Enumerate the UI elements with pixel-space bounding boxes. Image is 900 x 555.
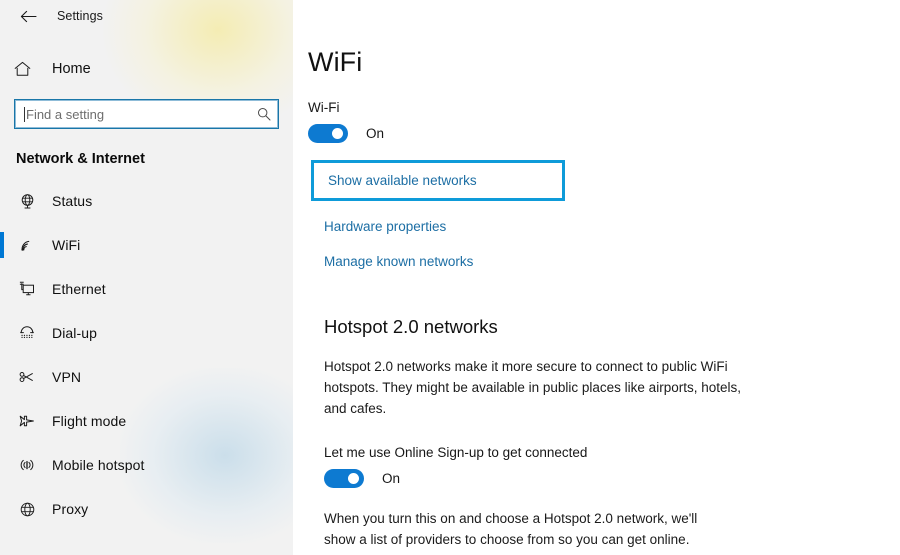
wifi-icon (14, 237, 40, 253)
online-signup-toggle[interactable] (324, 469, 364, 488)
toggle-knob (332, 128, 343, 139)
hotspot-heading: Hotspot 2.0 networks (324, 316, 498, 337)
search-icon[interactable] (257, 107, 271, 121)
selection-indicator (0, 232, 4, 258)
ethernet-monitor-icon (14, 281, 40, 297)
signup-toggle-row: On (324, 469, 900, 488)
wifi-toggle-state: On (366, 126, 385, 141)
sidebar-item-status[interactable]: Status (0, 179, 293, 223)
sidebar-item-home-label: Home (52, 61, 91, 77)
sidebar-item-ethernet-label: Ethernet (52, 281, 106, 297)
highlight-annotation-box: Show available networks (311, 160, 565, 201)
search-box[interactable] (14, 99, 279, 129)
signup-toggle-label: Let me use Online Sign-up to get connect… (324, 445, 588, 460)
sidebar-item-dialup-label: Dial-up (52, 325, 98, 341)
sidebar-item-vpn-label: VPN (52, 369, 82, 385)
sidebar-item-proxy-label: Proxy (52, 501, 89, 517)
back-arrow-icon[interactable] (13, 4, 43, 28)
sidebar: Settings Home Network & Internet (0, 0, 293, 555)
wifi-links: Show available networks Hardware propert… (307, 160, 900, 271)
search-input[interactable] (26, 106, 257, 122)
hotspot-description: Hotspot 2.0 networks make it more secure… (324, 359, 741, 416)
sidebar-item-ethernet[interactable]: Ethernet (0, 267, 293, 311)
main-content: WiFi Wi-Fi On Show available networks Ha… (293, 0, 900, 555)
status-globe-icon (14, 193, 40, 210)
wifi-toggle-label: Wi-Fi (308, 100, 340, 115)
page-title: WiFi (308, 47, 363, 77)
sidebar-nav-list: Status WiFi Ethernet Dial-up VPN Flight … (0, 179, 293, 531)
sidebar-item-vpn[interactable]: VPN (0, 355, 293, 399)
hotspot-footnote: When you turn this on and choose a Hotsp… (324, 511, 698, 547)
home-icon (14, 61, 40, 77)
sidebar-item-wifi[interactable]: WiFi (0, 223, 293, 267)
sidebar-item-status-label: Status (52, 193, 93, 209)
sidebar-item-mobile-hotspot[interactable]: Mobile hotspot (0, 443, 293, 487)
sidebar-item-proxy[interactable]: Proxy (0, 487, 293, 531)
sidebar-item-wifi-label: WiFi (52, 237, 81, 253)
sidebar-item-mobile-hotspot-label: Mobile hotspot (52, 457, 145, 473)
toggle-knob (348, 473, 359, 484)
app-title: Settings (57, 9, 103, 23)
sidebar-category-title: Network & Internet (16, 151, 145, 167)
title-bar: Settings (0, 0, 293, 32)
sidebar-item-flight-mode[interactable]: Flight mode (0, 399, 293, 443)
wifi-toggle[interactable] (308, 124, 348, 143)
airplane-icon (14, 413, 40, 429)
show-available-networks-link[interactable]: Show available networks (328, 172, 477, 190)
manage-known-networks-link[interactable]: Manage known networks (324, 253, 900, 271)
wifi-toggle-row: On (308, 124, 900, 143)
signup-toggle-state: On (382, 471, 401, 486)
sidebar-item-home[interactable]: Home (0, 51, 293, 87)
vpn-key-icon (14, 370, 40, 384)
dialup-phone-icon (14, 325, 40, 341)
settings-window: Settings Home Network & Internet (0, 0, 900, 555)
sidebar-item-dialup[interactable]: Dial-up (0, 311, 293, 355)
text-caret (24, 106, 25, 122)
sidebar-item-flight-mode-label: Flight mode (52, 413, 127, 429)
globe-icon (14, 501, 40, 518)
hardware-properties-link[interactable]: Hardware properties (324, 218, 900, 236)
broadcast-antenna-icon (14, 457, 40, 473)
